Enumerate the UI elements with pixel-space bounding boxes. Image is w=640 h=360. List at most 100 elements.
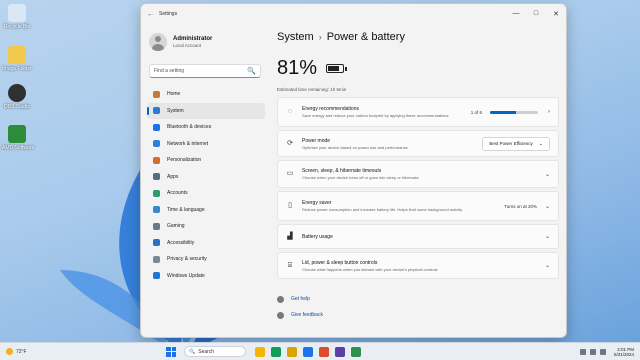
sidebar: Administrator Local Account Find a setti…: [147, 26, 265, 284]
sidebar-item-label: Accessibility: [167, 239, 195, 246]
close-button[interactable]: ✕: [546, 10, 566, 18]
maximize-button[interactable]: □: [526, 10, 546, 18]
sidebar-item-bluetooth[interactable]: Bluetooth & devices: [147, 119, 265, 136]
title-bar: ← Settings — □ ✕: [141, 4, 566, 24]
card-title: Screen, sleep, & hibernate timeouts: [302, 168, 382, 174]
main-content: System › Power & battery 81% Estimated t…: [277, 26, 559, 323]
energy-saver-card[interactable]: ▯ Energy saver Reduce power consumption …: [277, 191, 559, 221]
settings-app-icon[interactable]: [351, 346, 361, 357]
card-title: Energy saver: [302, 200, 332, 206]
sidebar-item-privacy[interactable]: Privacy & security: [147, 251, 265, 268]
breadcrumb: System › Power & battery: [277, 26, 559, 48]
taskbar-app-icon[interactable]: [319, 346, 329, 357]
sidebar-item-personalization[interactable]: Personalization: [147, 152, 265, 169]
apps-icon: [153, 173, 160, 181]
accounts-icon: [153, 189, 160, 197]
weather-temp: 72°F: [16, 348, 27, 355]
back-arrow-icon[interactable]: ←: [147, 11, 159, 18]
personalization-icon: [153, 156, 160, 164]
clock[interactable]: 2:01 PM 5/31/2024: [614, 347, 634, 357]
privacy-icon: [153, 255, 160, 263]
search-icon: 🔍: [189, 348, 196, 355]
search-placeholder: Find a setting: [154, 68, 185, 74]
clock-time: 2:01 PM: [617, 346, 634, 352]
window-title: Settings: [159, 11, 178, 17]
card-title: Battery usage: [302, 233, 333, 240]
gaming-icon: [153, 222, 160, 230]
card-description: Save energy and reduce your carbon footp…: [302, 113, 449, 118]
amd-icon: [8, 125, 26, 143]
account-type: Local Account: [173, 43, 202, 48]
chevron-down-icon: ⌄: [538, 140, 543, 147]
sidebar-item-label: Privacy & security: [167, 256, 207, 263]
feedback-icon: [277, 311, 284, 319]
power-mode-icon: ⟳: [287, 139, 293, 147]
sidebar-item-time-language[interactable]: Time & language: [147, 202, 265, 219]
taskbar: 72°F 🔍 Search 2:01 PM 5/31/2024: [0, 342, 640, 360]
card-title: Energy recommendations: [302, 106, 359, 112]
home-icon: [153, 90, 160, 98]
search-input[interactable]: Find a setting 🔍: [149, 64, 261, 78]
laptop-icon: ⌸: [287, 261, 293, 269]
recommendations-progress: [490, 110, 538, 114]
help-links: Get help Give feedback: [277, 291, 559, 323]
edge-icon[interactable]: [303, 346, 313, 357]
account-name: Administrator: [173, 36, 213, 42]
account-panel[interactable]: Administrator Local Account: [147, 26, 265, 58]
sidebar-item-home[interactable]: Home: [147, 86, 265, 103]
chevron-right-icon: ›: [548, 109, 550, 115]
sidebar-item-apps[interactable]: Apps: [147, 169, 265, 186]
chevron-down-icon: ⌄: [544, 203, 550, 210]
sidebar-item-label: System: [167, 107, 184, 114]
minimize-button[interactable]: —: [506, 10, 526, 18]
sidebar-item-label: Accounts: [167, 190, 188, 197]
power-mode-dropdown[interactable]: Best Power Efficiency ⌄: [482, 136, 550, 151]
taskbar-search[interactable]: 🔍 Search: [184, 346, 246, 357]
weather-icon: [6, 348, 13, 355]
network-icon: [153, 140, 160, 148]
sidebar-item-label: Personalization: [167, 157, 202, 164]
volume-icon[interactable]: [589, 348, 596, 355]
update-icon: [153, 272, 160, 280]
search-icon: 🔍: [247, 68, 256, 75]
accessibility-icon: [153, 239, 160, 247]
taskbar-app-icon[interactable]: [271, 346, 281, 357]
screen-sleep-card[interactable]: ▭ Screen, sleep, & hibernate timeouts Ch…: [277, 160, 559, 188]
sidebar-item-label: Apps: [167, 173, 179, 180]
desktop-icon-recycle-bin[interactable]: Recycle Bin: [2, 4, 32, 30]
lid-power-controls-card[interactable]: ⌸ Lid, power & sleep button controls Cho…: [277, 252, 559, 279]
time-icon: [153, 206, 160, 214]
desktop-icon-image-folder[interactable]: Image Folder: [2, 46, 32, 72]
battery-tray-icon[interactable]: [599, 348, 606, 355]
sidebar-item-system[interactable]: System: [147, 102, 265, 119]
energy-saver-icon: ▯: [288, 202, 292, 209]
network-icon[interactable]: [579, 348, 586, 355]
sidebar-item-label: Home: [167, 91, 181, 98]
sidebar-item-accessibility[interactable]: Accessibility: [147, 235, 265, 252]
breadcrumb-parent[interactable]: System: [277, 31, 314, 43]
give-feedback-link[interactable]: Give feedback: [277, 307, 559, 323]
sidebar-item-gaming[interactable]: Gaming: [147, 218, 265, 235]
card-description: Optimize your device based on power use …: [302, 144, 408, 150]
sidebar-item-network[interactable]: Network & internet: [147, 136, 265, 153]
file-explorer-icon[interactable]: [287, 346, 297, 357]
weather-widget[interactable]: 72°F: [0, 348, 60, 355]
taskbar-search-label: Search: [198, 348, 215, 355]
taskbar-app-icon[interactable]: [335, 346, 345, 357]
taskbar-app-icon[interactable]: [255, 346, 265, 357]
chevron-down-icon: ⌄: [544, 234, 550, 240]
start-button[interactable]: [166, 346, 176, 357]
get-help-link[interactable]: Get help: [277, 291, 559, 307]
chevron-down-icon: ⌄: [544, 171, 550, 178]
energy-recommendations-card[interactable]: ◌ Energy recommendations Save energy and…: [277, 97, 559, 127]
desktop-icon-amd[interactable]: AMD Software: [2, 125, 34, 151]
sidebar-item-accounts[interactable]: Accounts: [147, 185, 265, 202]
sidebar-item-windows-update[interactable]: Windows Update: [147, 268, 265, 285]
power-mode-value: Best Power Efficiency: [489, 141, 533, 146]
recommendations-count: 1 of 6: [470, 109, 482, 115]
battery-usage-card[interactable]: ▟ Battery usage ⌄: [277, 224, 559, 249]
sidebar-item-label: Network & internet: [167, 140, 209, 147]
desktop-icon-obs[interactable]: OBS Studio: [2, 84, 32, 110]
monitor-icon: ▭: [286, 170, 294, 177]
sidebar-item-label: Gaming: [167, 223, 185, 230]
